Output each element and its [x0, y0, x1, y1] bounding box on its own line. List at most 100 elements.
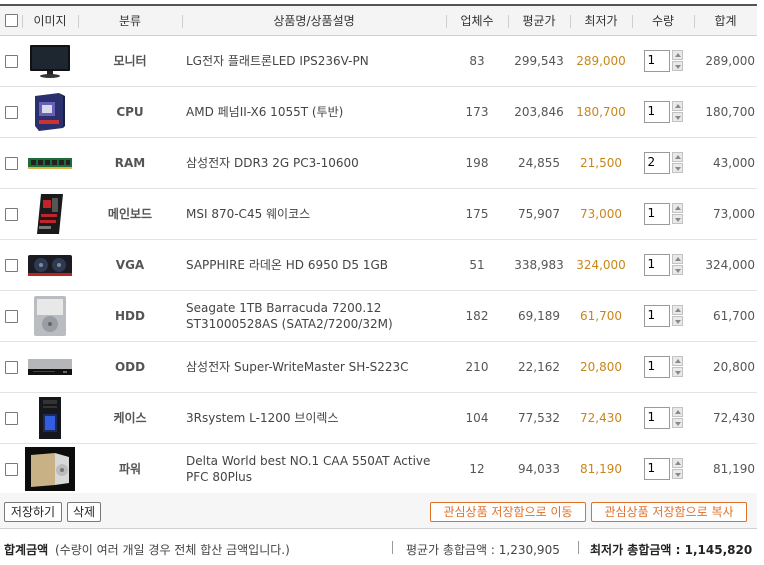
product-description-link[interactable]: MSI 870-C45 웨이코스	[182, 188, 446, 240]
quantity-stepper[interactable]: 2	[643, 151, 683, 174]
header-select-all[interactable]	[0, 4, 22, 36]
quantity-spinner[interactable]	[671, 101, 683, 122]
category-cell: 케이스	[78, 392, 182, 444]
increase-icon[interactable]	[671, 305, 683, 315]
row-select[interactable]	[0, 341, 22, 393]
quantity-stepper[interactable]: 1	[643, 457, 683, 480]
quantity-stepper[interactable]: 1	[643, 202, 683, 225]
row-checkbox[interactable]	[4, 54, 18, 68]
select-all-checkbox[interactable]	[4, 14, 18, 28]
save-button[interactable]: 저장하기	[4, 502, 62, 522]
quantity-input[interactable]: 1	[643, 202, 670, 225]
product-description-link[interactable]: 삼성전자 DDR3 2G PC3-10600	[182, 137, 446, 189]
power-supply-icon[interactable]	[25, 446, 75, 491]
lowest-price: 72,430	[570, 392, 632, 444]
header-total: 합계	[694, 4, 757, 36]
row-select[interactable]	[0, 35, 22, 87]
row-select[interactable]	[0, 443, 22, 495]
cpu-box-icon[interactable]	[25, 90, 75, 134]
product-description-link[interactable]: Delta World best NO.1 CAA 550AT Active P…	[182, 443, 446, 495]
row-checkbox[interactable]	[4, 360, 18, 374]
quantity-spinner[interactable]	[671, 254, 683, 275]
delete-button[interactable]: 삭제	[67, 502, 101, 522]
row-select[interactable]	[0, 290, 22, 342]
increase-icon[interactable]	[671, 203, 683, 213]
quantity-spinner[interactable]	[671, 458, 683, 479]
quantity-input[interactable]: 1	[643, 355, 670, 378]
increase-icon[interactable]	[671, 254, 683, 264]
ram-stick-icon[interactable]	[25, 141, 75, 185]
quantity-spinner[interactable]	[671, 356, 683, 377]
row-select[interactable]	[0, 188, 22, 240]
row-select[interactable]	[0, 86, 22, 138]
row-checkbox[interactable]	[4, 462, 18, 476]
increase-icon[interactable]	[671, 101, 683, 111]
product-description-link[interactable]: Seagate 1TB Barracuda 7200.12 ST31000528…	[182, 290, 446, 342]
decrease-icon[interactable]	[671, 112, 683, 122]
vendor-count: 182	[446, 290, 508, 342]
product-description-link[interactable]: LG전자 플래트론LED IPS236V-PN	[182, 35, 446, 87]
vendor-count: 210	[446, 341, 508, 393]
motherboard-icon[interactable]	[25, 192, 75, 236]
average-price: 94,033	[508, 443, 570, 495]
optical-drive-icon[interactable]	[25, 345, 75, 389]
quantity-input[interactable]: 1	[643, 253, 670, 276]
row-checkbox[interactable]	[4, 207, 18, 221]
quantity-spinner[interactable]	[671, 407, 683, 428]
decrease-icon[interactable]	[671, 367, 683, 377]
product-description-link[interactable]: SAPPHIRE 라데온 HD 6950 D5 1GB	[182, 239, 446, 291]
quantity-spinner[interactable]	[671, 50, 683, 71]
increase-icon[interactable]	[671, 458, 683, 468]
quantity-stepper[interactable]: 1	[643, 253, 683, 276]
quantity-stepper[interactable]: 1	[643, 355, 683, 378]
row-checkbox[interactable]	[4, 105, 18, 119]
increase-icon[interactable]	[671, 152, 683, 162]
decrease-icon[interactable]	[671, 214, 683, 224]
quantity-input[interactable]: 1	[643, 457, 670, 480]
quantity-input[interactable]: 1	[643, 406, 670, 429]
category-cell: VGA	[78, 239, 182, 291]
quantity-input[interactable]: 1	[643, 100, 670, 123]
decrease-icon[interactable]	[671, 316, 683, 326]
quantity-cell: 1	[632, 188, 694, 240]
quantity-stepper[interactable]: 1	[643, 406, 683, 429]
move-to-wishlist-button[interactable]: 관심상품 저장함으로 이동	[430, 502, 586, 522]
total-summary: 합계금액 (수량이 여러 개일 경우 전체 합산 금액입니다.) 평균가 총합금…	[0, 535, 764, 563]
quantity-cell: 1	[632, 35, 694, 87]
increase-icon[interactable]	[671, 356, 683, 366]
decrease-icon[interactable]	[671, 418, 683, 428]
monitor-icon[interactable]	[25, 39, 75, 83]
header-quantity: 수량	[632, 4, 694, 36]
quantity-stepper[interactable]: 1	[643, 49, 683, 72]
table-row: ODD 삼성전자 Super-WriteMaster SH-S223C 210 22,…	[0, 341, 757, 393]
row-checkbox[interactable]	[4, 156, 18, 170]
graphics-card-icon[interactable]	[25, 243, 75, 287]
decrease-icon[interactable]	[671, 163, 683, 173]
product-image-cell	[22, 443, 78, 495]
row-checkbox[interactable]	[4, 309, 18, 323]
quantity-stepper[interactable]: 1	[643, 100, 683, 123]
row-select[interactable]	[0, 239, 22, 291]
quantity-spinner[interactable]	[671, 152, 683, 173]
quantity-spinner[interactable]	[671, 203, 683, 224]
increase-icon[interactable]	[671, 50, 683, 60]
decrease-icon[interactable]	[671, 61, 683, 71]
row-checkbox[interactable]	[4, 258, 18, 272]
row-select[interactable]	[0, 392, 22, 444]
hard-drive-icon[interactable]	[25, 294, 75, 338]
quantity-spinner[interactable]	[671, 305, 683, 326]
row-checkbox[interactable]	[4, 411, 18, 425]
increase-icon[interactable]	[671, 407, 683, 417]
product-description-link[interactable]: 3Rsystem L-1200 브이렉스	[182, 392, 446, 444]
quantity-input[interactable]: 1	[643, 304, 670, 327]
row-select[interactable]	[0, 137, 22, 189]
pc-case-icon[interactable]	[25, 396, 75, 440]
quantity-input[interactable]: 1	[643, 49, 670, 72]
decrease-icon[interactable]	[671, 265, 683, 275]
product-description-link[interactable]: AMD 페넘II-X6 1055T (투반)	[182, 86, 446, 138]
copy-to-wishlist-button[interactable]: 관심상품 저장함으로 복사	[591, 502, 747, 522]
decrease-icon[interactable]	[671, 469, 683, 479]
quantity-stepper[interactable]: 1	[643, 304, 683, 327]
product-description-link[interactable]: 삼성전자 Super-WriteMaster SH-S223C	[182, 341, 446, 393]
quantity-input[interactable]: 2	[643, 151, 670, 174]
